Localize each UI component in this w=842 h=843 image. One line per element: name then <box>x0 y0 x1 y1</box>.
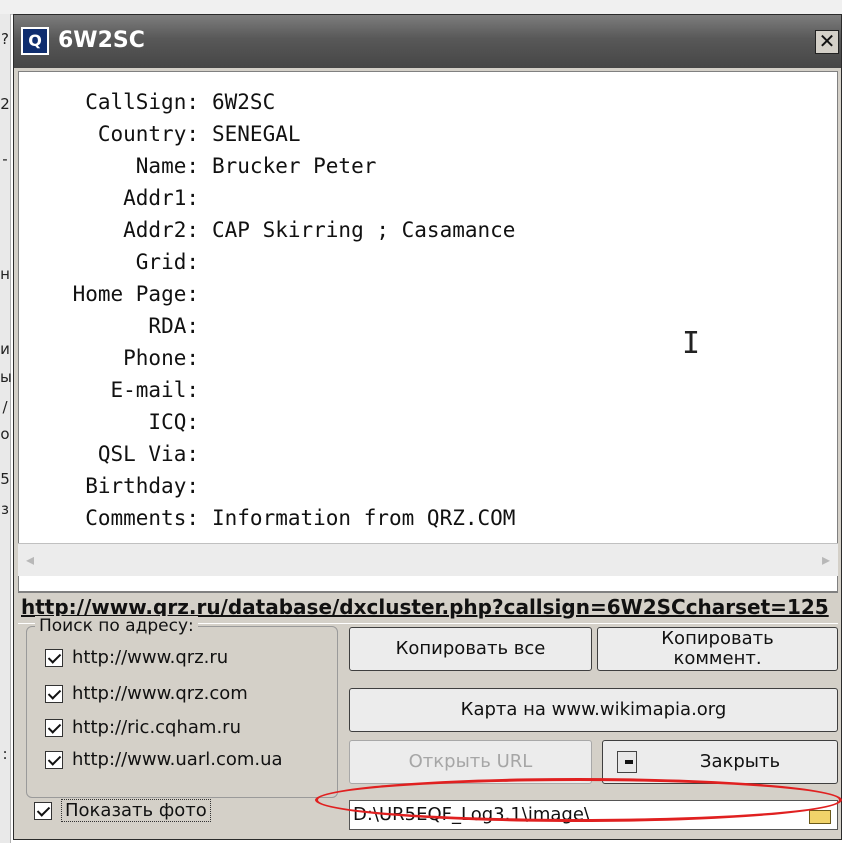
app-icon: Q <box>21 27 49 55</box>
info-row-email: E-mail: <box>19 378 212 410</box>
checkbox-label: http://ric.cqham.ru <box>72 717 241 738</box>
horizontal-scrollbar[interactable]: ◂ ▸ <box>18 543 838 576</box>
copy-comment-label-line2: коммент. <box>673 648 762 669</box>
checkbox-label: http://www.uarl.com.ua <box>72 749 283 770</box>
info-label: CallSign: <box>85 90 199 114</box>
info-label: Addr1: <box>123 186 199 210</box>
background-char: - <box>2 150 8 168</box>
info-label: Home Page: <box>72 282 199 306</box>
background-app-toolbar <box>0 0 842 15</box>
info-value: CAP Skirring ; Casamance <box>212 218 516 242</box>
checkbox-checked-icon[interactable] <box>45 649 63 667</box>
checkbox-checked-icon[interactable] <box>45 685 63 703</box>
search-by-address-group: Поиск по адресу: http://www.qrz.ru http:… <box>26 616 338 798</box>
background-char: и <box>0 340 10 358</box>
checkbox-ric-cqham[interactable]: http://ric.cqham.ru <box>45 717 241 743</box>
copy-comment-button[interactable]: Копировать коммент. <box>597 627 838 671</box>
info-label: Addr2: <box>123 218 199 242</box>
background-char: : <box>2 745 8 763</box>
callsign-info-window: Q 6W2SC ✕ CallSign: 6W2SC Country: SENEGAL… <box>13 14 842 840</box>
checkbox-uarl[interactable]: http://www.uarl.com.ua <box>45 749 283 775</box>
info-label: Comments: <box>85 506 199 530</box>
info-value: SENEGAL <box>212 122 301 146</box>
info-row-birthday: Birthday: <box>19 474 212 506</box>
photo-path-field[interactable]: D:\UR5EQF_Log3.1\image\ <box>349 800 838 830</box>
show-photo-label: Показать фото <box>61 799 211 822</box>
info-row-grid: Grid: <box>19 250 212 282</box>
close-button-label: Закрыть <box>699 751 781 772</box>
info-label: ICQ: <box>148 410 199 434</box>
checkbox-qrz-ru[interactable]: http://www.qrz.ru <box>45 647 228 673</box>
info-label: QSL Via: <box>97 442 199 466</box>
info-row-icq: ICQ: <box>19 410 212 442</box>
checkbox-qrz-com[interactable]: http://www.qrz.com <box>45 683 248 709</box>
info-value: 6W2SC <box>212 90 276 114</box>
copy-all-button[interactable]: Копировать все <box>349 627 592 671</box>
info-row-rda: RDA: <box>19 314 212 346</box>
text-cursor-icon: I <box>682 326 701 361</box>
info-label: Country: <box>97 122 199 146</box>
checkbox-checked-icon[interactable] <box>34 802 52 820</box>
info-value: Information from QRZ.COM <box>212 506 516 530</box>
info-label: RDA: <box>148 314 199 338</box>
background-char: з <box>1 500 9 518</box>
info-row-qsl-via: QSL Via: <box>19 442 212 474</box>
info-label: Birthday: <box>85 474 199 498</box>
info-label: Grid: <box>135 250 199 274</box>
info-row-addr2: Addr2: CAP Skirring ; Casamance <box>19 218 515 250</box>
info-label: E-mail: <box>110 378 199 402</box>
open-url-button[interactable]: Открыть URL <box>349 740 592 784</box>
info-row-phone: Phone: <box>19 346 212 378</box>
info-row-comments: Comments: Information from QRZ.COM <box>19 506 515 538</box>
checkbox-checked-icon[interactable] <box>45 751 63 769</box>
info-label: Phone: <box>123 346 199 370</box>
exit-door-icon <box>617 751 637 773</box>
info-label: Name: <box>135 154 199 178</box>
checkbox-label: http://www.qrz.ru <box>72 647 229 668</box>
info-row-country: Country: SENEGAL <box>19 122 301 154</box>
background-char: ы <box>0 368 12 386</box>
background-char: о <box>0 425 10 443</box>
checkbox-label: http://www.qrz.com <box>72 683 248 704</box>
wikimapia-map-button[interactable]: Карта на www.wikimapia.org <box>349 688 838 732</box>
photo-path-value: D:\UR5EQF_Log3.1\image\ <box>353 804 590 825</box>
info-value: Brucker Peter <box>212 154 377 178</box>
close-window-icon[interactable]: ✕ <box>815 30 839 54</box>
scroll-left-icon[interactable]: ◂ <box>26 550 34 569</box>
show-photo-checkbox[interactable]: Показать фото <box>34 799 211 828</box>
close-button[interactable]: Закрыть <box>602 740 838 784</box>
search-group-legend: Поиск по адресу: <box>35 616 198 636</box>
background-char: / <box>2 398 8 416</box>
title-bar[interactable]: Q 6W2SC ✕ <box>14 15 841 68</box>
folder-open-icon[interactable] <box>809 810 831 824</box>
info-text-area[interactable]: CallSign: 6W2SC Country: SENEGAL Name: Bruc… <box>18 71 838 592</box>
background-char: 5 <box>0 470 10 488</box>
background-char: 2 <box>0 95 10 113</box>
info-row-addr1: Addr1: <box>19 186 212 218</box>
copy-comment-label-line1: Копировать <box>661 628 774 649</box>
background-char: ? <box>1 30 9 48</box>
scroll-right-icon[interactable]: ▸ <box>822 550 830 569</box>
info-row-name: Name: Brucker Peter <box>19 154 377 186</box>
checkbox-checked-icon[interactable] <box>45 719 63 737</box>
window-title: 6W2SC <box>58 28 145 53</box>
info-row-home-page: Home Page: <box>19 282 212 314</box>
info-row-callsign: CallSign: 6W2SC <box>19 90 275 122</box>
background-char: н <box>0 265 10 283</box>
